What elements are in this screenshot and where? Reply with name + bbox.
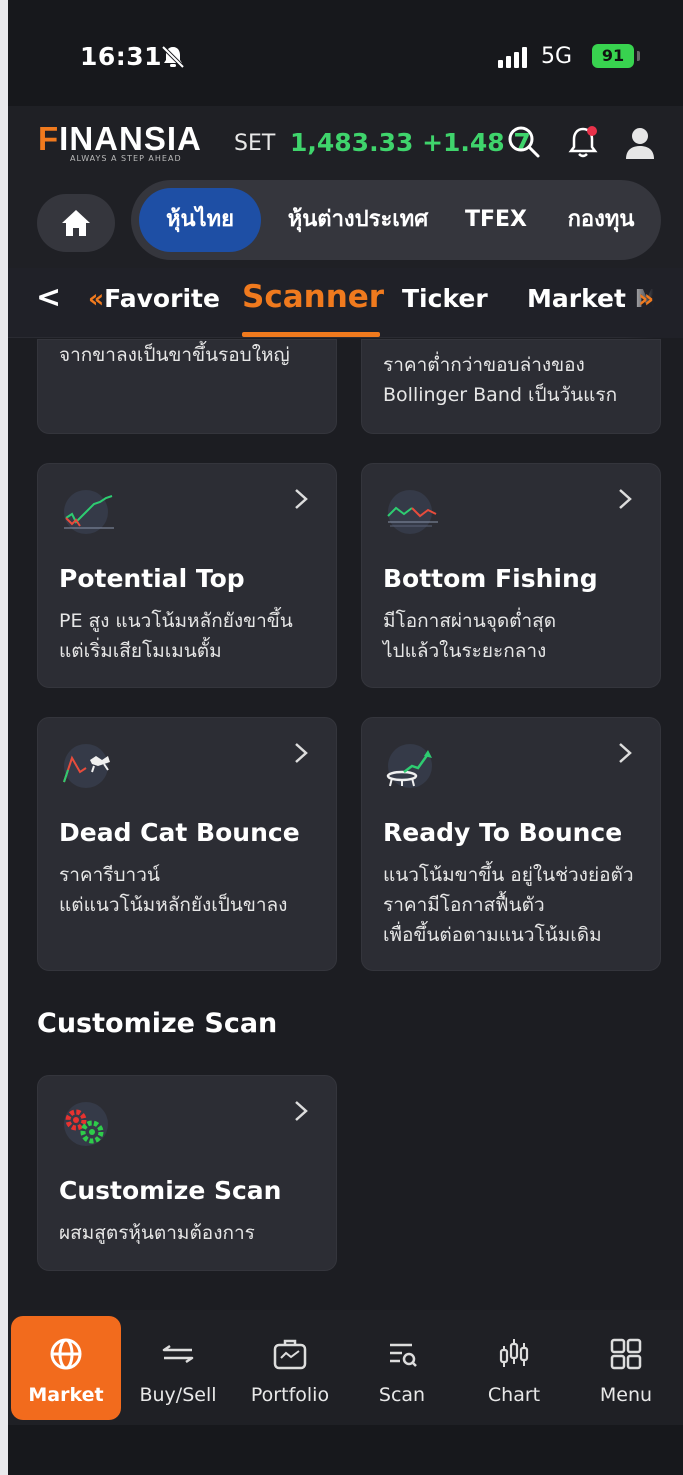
chevron-right-icon [295,1101,308,1121]
card-description: จากขาลงเป็นขาขึ้นรอบใหญ่ [59,344,290,366]
briefcase-icon [273,1339,307,1370]
candlestick-icon [499,1339,529,1367]
home-icon [62,210,90,236]
notification-bell-icon[interactable] [564,123,602,161]
nav-label: Scan [378,1384,426,1406]
card-description: ราคารีบาวน์ [59,864,160,886]
scanner-card-bottom-fishing[interactable]: Bottom Fishing มีโอกาสผ่านจุดต่ำสุด ไปแล… [361,463,661,688]
scanner-card-dead-cat-bounce[interactable]: Dead Cat Bounce ราคารีบาวน์ แต่แนวโน้มหล… [37,717,337,971]
tab-foreign-stocks[interactable]: หุ้นต่างประเทศ [273,188,443,252]
nav-label: Portfolio [250,1384,330,1406]
chevron-left-icon[interactable]: < [36,280,61,315]
card-title: Customize Scan [59,1176,282,1205]
index-value: 1,483.33 +1.48 7 [290,128,531,157]
finansia-logo: FINANSIA [38,120,202,157]
scanner-card-potential-top[interactable]: Potential Top PE สูง แนวโน้มหลักยังขาขึ้… [37,463,337,688]
app-header: FINANSIA ALWAYS A STEP AHEAD SET 1,483.3… [8,106,683,180]
chart-peak-icon [64,490,114,534]
swap-arrows-icon [162,1344,194,1364]
sub-navigation: < «Favorite Scanner Ticker Market M » [8,268,683,338]
battery-icon: 91 [592,44,634,68]
tab-tfex[interactable]: TFEX [453,188,539,252]
card-description: แนวโน้มขาขึ้น อยู่ในช่วงย่อตัว [383,864,634,886]
card-title: Dead Cat Bounce [59,818,300,847]
tab-funds[interactable]: กองทุน [551,188,651,252]
market-category-bar: หุ้นไทย หุ้นต่างประเทศ TFEX กองทุน [8,180,683,268]
nav-scan[interactable]: Scan [347,1316,457,1420]
nav-market[interactable]: Market [11,1316,121,1420]
card-description: Bollinger Band เป็นวันแรก [383,384,618,406]
chevron-right-icon [619,489,632,509]
chevron-double-right-icon[interactable]: » [638,284,654,313]
logo-tagline: ALWAYS A STEP AHEAD [70,154,182,163]
section-title: Customize Scan [37,1008,278,1039]
category-tabs: หุ้นไทย หุ้นต่างประเทศ TFEX กองทุน [131,180,661,260]
signal-icon [498,46,527,68]
chevron-right-icon [619,743,632,763]
customize-scan-card[interactable]: Customize Scan ผสมสูตรหุ้นตามต้องการ [37,1075,337,1271]
nav-label: Chart [487,1384,541,1406]
gears-icon [64,1102,108,1146]
card-description: ราคาต่ำกว่าขอบล่างของ [383,354,585,376]
nav-label: Buy/Sell [139,1384,217,1406]
card-description: ผสมสูตรหุ้นตามต้องการ [59,1222,255,1244]
nav-label: Menu [599,1384,653,1406]
bottom-navigation: Market Buy/Sell Portfolio Scan Chart Men… [8,1310,683,1425]
scanner-card-ready-to-bounce[interactable]: Ready To Bounce แนวโน้มขาขึ้น อยู่ในช่วง… [361,717,661,971]
network-type: 5G [541,44,573,69]
globe-icon [50,1338,82,1370]
app-screen: 16:31 5G 91 FINANSIA ALWAYS A STEP AHEAD… [0,0,683,1475]
screen-edge [0,0,8,1475]
card-title: Bottom Fishing [383,564,598,593]
home-indicator-area [8,1425,683,1475]
scanner-card[interactable]: ราคาต่ำกว่าขอบล่างของ Bollinger Band เป็… [361,339,661,434]
nav-menu[interactable]: Menu [571,1316,681,1420]
trampoline-icon [386,744,432,788]
card-description: แต่เริ่มเสียโมเมนตั้ม [59,640,222,662]
home-button[interactable] [37,194,115,252]
card-description: แต่แนวโน้มหลักยังเป็นขาลง [59,894,288,916]
card-description: ไปแล้วในระยะกลาง [383,640,547,662]
subnav-scanner[interactable]: Scanner [242,279,384,315]
battery-nub [637,51,640,61]
silent-bell-icon [161,45,185,69]
chevron-right-icon [295,743,308,763]
dead-cat-bounce-icon [63,744,110,788]
search-icon[interactable] [505,123,543,161]
nav-portfolio[interactable]: Portfolio [235,1316,345,1420]
grid-icon [610,1338,642,1370]
subnav-ticker[interactable]: Ticker [402,284,488,313]
subnav-favorite[interactable]: «Favorite [88,284,220,313]
card-description: PE สูง แนวโน้มหลักยังขาขึ้น [59,610,293,632]
nav-label: Market [28,1384,104,1406]
index-label: SET [234,131,276,156]
scan-list-icon [390,1343,417,1367]
active-tab-indicator [242,332,380,337]
chevron-right-icon [295,489,308,509]
card-description: ราคามีโอกาสฟื้นตัว [383,894,545,916]
chart-bottom-icon [387,490,438,534]
card-description: มีโอกาสผ่านจุดต่ำสุด [383,610,557,632]
status-bar: 16:31 5G 91 [8,0,683,106]
card-title: Ready To Bounce [383,818,623,847]
nav-buy-sell[interactable]: Buy/Sell [123,1316,233,1420]
card-description: เพื่อขึ้นต่อตามแนวโน้มเดิม [383,924,602,946]
profile-icon[interactable] [621,123,659,161]
scanner-card[interactable]: จากขาลงเป็นขาขึ้นรอบใหญ่ [37,339,337,434]
nav-chart[interactable]: Chart [459,1316,569,1420]
card-title: Potential Top [59,564,245,593]
clock: 16:31 [80,42,163,71]
tab-thai-stocks[interactable]: หุ้นไทย [139,188,261,252]
